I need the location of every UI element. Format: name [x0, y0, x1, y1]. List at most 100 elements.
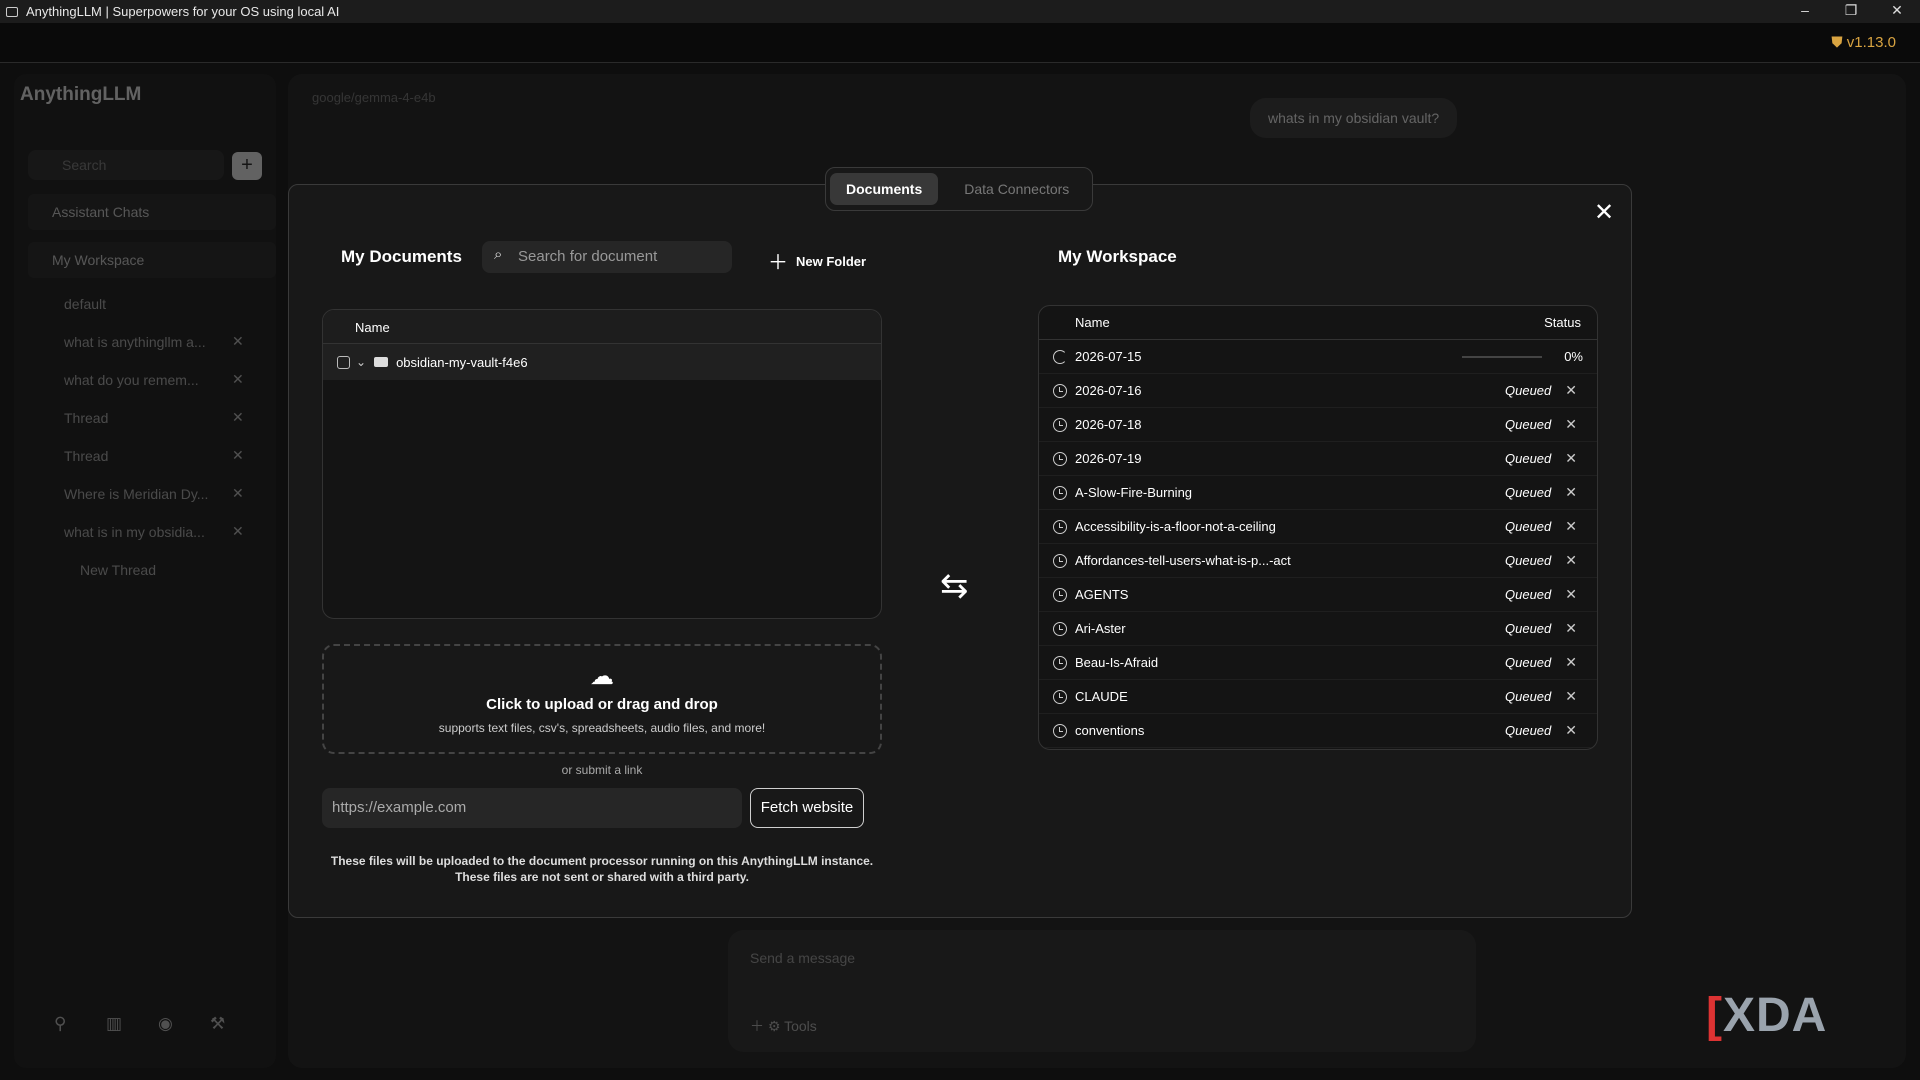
user-message: whats in my obsidian vault?: [1250, 98, 1458, 138]
delete-thread-icon[interactable]: ✕: [232, 409, 244, 426]
window-title: AnythingLLM | Superpowers for your OS us…: [26, 4, 340, 19]
new-folder-button[interactable]: ＋ New Folder: [768, 246, 866, 275]
sidebar-search-input[interactable]: Search: [28, 150, 224, 180]
workspace-row: A-Slow-Fire-Burning Queued ✕: [1039, 476, 1597, 510]
plus-icon: ＋: [768, 252, 788, 274]
remove-icon[interactable]: ✕: [1565, 620, 1577, 637]
upload-notice: These files will be uploaded to the docu…: [330, 854, 874, 884]
upload-dropzone[interactable]: ☁ Click to upload or drag and drop suppo…: [322, 644, 882, 754]
remove-icon[interactable]: ✕: [1565, 484, 1577, 501]
tab-data-connectors[interactable]: Data Connectors: [948, 173, 1085, 205]
clock-icon: [1053, 485, 1067, 500]
upload-subtitle: supports text files, csv's, spreadsheets…: [438, 721, 766, 735]
new-thread-button[interactable]: New Thread: [80, 562, 156, 578]
close-window-button[interactable]: ✕: [1874, 0, 1920, 23]
app-icon: [6, 6, 18, 17]
sidebar-item-my-workspace[interactable]: My Workspace: [28, 242, 276, 278]
workspace-documents-list: Name Status 2026-07-15 0% 2026-07-16 Queu…: [1038, 305, 1598, 750]
top-bar: ⛊ v1.13.0: [0, 23, 1920, 63]
remove-icon[interactable]: ✕: [1565, 450, 1577, 467]
modal-tabs: Documents Data Connectors: [825, 167, 1093, 211]
column-status: Status: [1544, 315, 1581, 330]
status-queued: Queued: [1505, 451, 1552, 466]
doc-name: Accessibility-is-a-floor-not-a-ceiling: [1075, 519, 1276, 534]
workspace-row: 2026-07-19 Queued ✕: [1039, 442, 1597, 476]
folder-icon: [374, 357, 389, 367]
remove-icon[interactable]: ✕: [1565, 654, 1577, 671]
link-icon[interactable]: ⚲: [54, 1014, 66, 1034]
tools-button[interactable]: ＋ ⚙ Tools: [750, 1016, 817, 1036]
book-icon[interactable]: ▥: [106, 1014, 122, 1034]
remove-icon[interactable]: ✕: [1565, 586, 1577, 603]
workspace-table-header: Name Status: [1039, 306, 1597, 340]
thread-item[interactable]: Thread: [64, 410, 108, 426]
remove-icon[interactable]: ✕: [1565, 518, 1577, 535]
wrench-icon[interactable]: ⚒: [210, 1014, 225, 1034]
status-queued: Queued: [1505, 553, 1552, 568]
delete-thread-icon[interactable]: ✕: [232, 447, 244, 464]
doc-name: conventions: [1075, 723, 1145, 738]
status-queued: Queued: [1505, 587, 1552, 602]
status-queued: Queued: [1505, 519, 1552, 534]
status-queued: Queued: [1505, 417, 1552, 432]
chevron-down-icon[interactable]: ⌄: [356, 355, 366, 369]
swap-arrows-icon[interactable]: ⇆: [940, 566, 969, 606]
thread-item[interactable]: what do you remem...: [64, 372, 199, 388]
fetch-website-button[interactable]: Fetch website: [750, 788, 864, 828]
status-queued: Queued: [1505, 689, 1552, 704]
clock-icon: [1053, 451, 1067, 466]
column-name: Name: [1075, 315, 1110, 330]
folder-checkbox[interactable]: [337, 355, 350, 369]
progress-percent: 0%: [1564, 349, 1583, 364]
clock-icon: [1053, 417, 1067, 432]
folder-name: obsidian-my-vault-f4e6: [396, 354, 528, 370]
column-name: Name: [323, 310, 881, 344]
sidebar-item-assistant-chats[interactable]: Assistant Chats: [28, 194, 276, 230]
progress-bar: [1462, 355, 1543, 358]
message-composer[interactable]: Send a message ＋ ⚙ Tools: [728, 930, 1476, 1052]
thread-item[interactable]: what is anythingllm a...: [64, 334, 206, 350]
workspace-row: 2026-07-16 Queued ✕: [1039, 374, 1597, 408]
clock-icon: [1053, 519, 1067, 534]
remove-icon[interactable]: ✕: [1565, 688, 1577, 705]
doc-name: Ari-Aster: [1075, 621, 1126, 636]
discord-icon[interactable]: ◉: [158, 1014, 173, 1034]
doc-name: 2026-07-16: [1075, 383, 1142, 398]
workspace-row: Accessibility-is-a-floor-not-a-ceiling Qu…: [1039, 510, 1597, 544]
thread-item[interactable]: Thread: [64, 448, 108, 464]
clock-icon: [1053, 655, 1067, 670]
upload-title: Click to upload or drag and drop: [486, 696, 718, 713]
model-label: google/gemma-4-e4b: [312, 90, 436, 105]
status-queued: Queued: [1505, 485, 1552, 500]
or-submit-link: or submit a link: [561, 763, 643, 777]
minimize-button[interactable]: –: [1782, 0, 1828, 23]
loading-spinner-icon: [1053, 349, 1067, 364]
status-queued: Queued: [1505, 383, 1552, 398]
new-workspace-button[interactable]: +: [232, 152, 262, 180]
document-search-input[interactable]: ⌕ Search for document: [482, 241, 732, 273]
delete-thread-icon[interactable]: ✕: [232, 485, 244, 502]
delete-thread-icon[interactable]: ✕: [232, 523, 244, 540]
restore-button[interactable]: ❐: [1828, 0, 1874, 23]
thread-item[interactable]: default: [64, 296, 106, 312]
remove-icon[interactable]: ✕: [1565, 416, 1577, 433]
doc-name: Affordances-tell-users-what-is-p...-act: [1075, 553, 1291, 568]
status-queued: Queued: [1505, 655, 1552, 670]
thread-item[interactable]: Where is Meridian Dy...: [64, 486, 208, 502]
composer-placeholder: Send a message: [750, 950, 856, 966]
close-modal-icon[interactable]: ✕: [1594, 198, 1614, 227]
remove-icon[interactable]: ✕: [1565, 722, 1577, 739]
remove-icon[interactable]: ✕: [1565, 382, 1577, 399]
cloud-upload-icon: ☁: [590, 663, 614, 690]
search-icon: ⌕: [494, 246, 503, 263]
thread-item[interactable]: what is in my obsidia...: [64, 524, 205, 540]
url-input[interactable]: https://example.com: [322, 788, 742, 828]
folder-row[interactable]: ⌄ obsidian-my-vault-f4e6: [323, 344, 881, 380]
delete-thread-icon[interactable]: ✕: [232, 371, 244, 388]
workspace-row: Beau-Is-Afraid Queued ✕: [1039, 646, 1597, 680]
version-badge: ⛊ v1.13.0: [1831, 34, 1896, 51]
remove-icon[interactable]: ✕: [1565, 552, 1577, 569]
tab-documents[interactable]: Documents: [830, 173, 939, 205]
status-queued: Queued: [1505, 621, 1552, 636]
delete-thread-icon[interactable]: ✕: [232, 333, 244, 350]
